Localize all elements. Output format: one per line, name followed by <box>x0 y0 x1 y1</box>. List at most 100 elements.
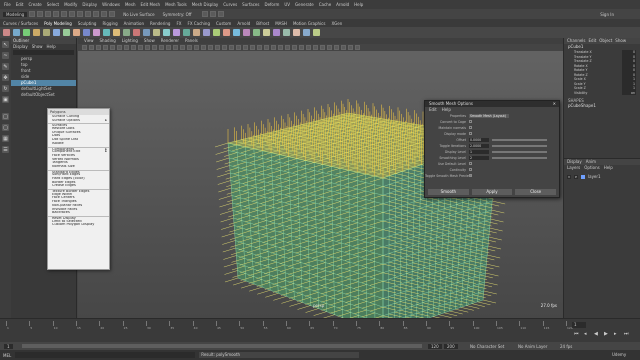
channel-row[interactable]: Visibility on <box>564 90 640 95</box>
tab-custom[interactable]: Custom <box>216 21 231 26</box>
menu-help[interactable]: Help <box>354 2 363 7</box>
dialog-menu-help[interactable]: Help <box>442 107 451 112</box>
outliner-menu-help[interactable]: Help <box>47 44 56 49</box>
dialog-checkbox[interactable] <box>469 162 472 165</box>
shelf-tool-icon[interactable] <box>253 29 260 36</box>
menu-item[interactable]: Backfaces <box>48 211 109 215</box>
menu-generate[interactable]: Generate <box>295 2 314 7</box>
shelf-tool-icon[interactable] <box>223 29 230 36</box>
shelf-tool-icon[interactable] <box>133 29 140 36</box>
range-end-field[interactable]: 120 <box>428 344 442 349</box>
dialog-dropdown[interactable]: Smooth Mesh (Layout) <box>469 113 509 118</box>
shelf-tool-icon[interactable] <box>283 29 290 36</box>
mode-dropdown[interactable]: Modeling <box>3 11 28 17</box>
dialog-slider[interactable] <box>492 144 547 147</box>
menu-item[interactable]: Isolate <box>48 142 109 146</box>
new-scene-icon[interactable] <box>29 11 36 17</box>
shelf-tool-icon[interactable] <box>93 29 100 36</box>
current-frame-field[interactable]: 1 <box>572 322 586 328</box>
tab-rendering[interactable]: Rendering <box>150 21 170 26</box>
select-component-icon[interactable] <box>85 11 92 17</box>
shelf-tool-icon[interactable] <box>143 29 150 36</box>
tab-sculpting[interactable]: Sculpting <box>78 21 97 26</box>
shelf-tool-icon[interactable] <box>173 29 180 36</box>
snap-curve-icon[interactable] <box>101 11 108 17</box>
anim-layer-dropdown[interactable]: No Anim Layer <box>518 344 547 349</box>
menu-item[interactable]: Surface Options ▸ <box>48 119 109 123</box>
channel-tab-object[interactable]: Object <box>599 38 612 44</box>
dialog-slider[interactable] <box>492 150 547 153</box>
menu-arnold[interactable]: Arnold <box>336 2 349 7</box>
shelf-tool-icon[interactable] <box>63 29 70 36</box>
channel-value[interactable]: on <box>622 90 636 95</box>
shelf-tool-icon[interactable] <box>243 29 250 36</box>
menu-create[interactable]: Create <box>28 2 41 7</box>
dialog-checkbox[interactable] <box>469 132 472 135</box>
step-forward-icon[interactable]: ▸ <box>614 331 617 337</box>
scale-tool-icon[interactable]: ▣ <box>2 96 9 103</box>
shelf-tool-icon[interactable] <box>83 29 90 36</box>
dialog-close-button[interactable]: Close <box>515 189 557 195</box>
menu-item[interactable]: Custom Polygon Display <box>48 223 109 227</box>
rotate-tool-icon[interactable]: ↻ <box>2 85 9 92</box>
tab-fx[interactable]: FX <box>176 21 181 26</box>
dialog-field[interactable]: 2.0000 <box>469 143 489 148</box>
shelf-tool-icon[interactable] <box>153 29 160 36</box>
outliner-menu-display[interactable]: Display <box>13 44 28 49</box>
select-object-icon[interactable] <box>77 11 84 17</box>
menu-cache[interactable]: Cache <box>319 2 331 7</box>
tab-xgen[interactable]: XGen <box>331 21 342 26</box>
dialog-checkbox[interactable] <box>469 120 472 123</box>
shelf-tool-icon[interactable] <box>113 29 120 36</box>
menu-mesh[interactable]: Mesh <box>125 2 136 7</box>
dialog-menu-edit[interactable]: Edit <box>429 107 437 112</box>
go-start-icon[interactable]: ⏮ <box>574 331 579 337</box>
layer-menu-layers[interactable]: Layers <box>567 165 580 170</box>
shelf-tool-icon[interactable] <box>3 29 10 36</box>
layer-color-swatch[interactable] <box>581 174 585 179</box>
tab-arnold[interactable]: Arnold <box>237 21 250 26</box>
tab-fx-caching[interactable]: FX Caching <box>188 21 210 26</box>
tab-rigging[interactable]: Rigging <box>102 21 117 26</box>
dialog-checkbox[interactable] <box>469 174 472 177</box>
dialog-slider[interactable] <box>492 156 547 159</box>
move-tool-icon[interactable]: ✥ <box>2 74 9 81</box>
tab-motion-graphics[interactable]: Motion Graphics <box>293 21 326 26</box>
shelf-tool-icon[interactable] <box>263 29 270 36</box>
menu-item[interactable]: Normals Size <box>48 165 109 169</box>
tab-bifrost[interactable]: Bifrost <box>256 21 269 26</box>
shelf-tool-icon[interactable] <box>103 29 110 36</box>
menu-deform[interactable]: Deform <box>264 2 279 7</box>
outliner-menu-show[interactable]: Show <box>32 44 43 49</box>
dialog-field[interactable]: 1 <box>469 149 489 154</box>
dialog-apply-button[interactable]: Apply <box>471 189 513 195</box>
shelf-tool-icon[interactable] <box>43 29 50 36</box>
dialog-slider[interactable] <box>492 138 547 141</box>
dialog-field[interactable]: 0.0000 <box>469 137 489 142</box>
fps-dropdown[interactable]: 24 fps <box>560 344 572 349</box>
channel-tab-edit[interactable]: Edit <box>589 38 597 44</box>
shelf-tool-icon[interactable] <box>273 29 280 36</box>
shelf-tool-icon[interactable] <box>13 29 20 36</box>
play-forward-icon[interactable]: ▶ <box>604 331 608 337</box>
layer-menu-options[interactable]: Options <box>584 165 599 170</box>
menu-windows[interactable]: Windows <box>102 2 120 7</box>
outliner-view-icon[interactable]: ☰ <box>2 146 9 153</box>
snap-point-icon[interactable] <box>109 11 116 17</box>
dialog-checkbox[interactable] <box>469 168 472 171</box>
close-icon[interactable]: ✕ <box>553 101 556 107</box>
playback-toggle[interactable]: P <box>574 174 578 179</box>
time-slider[interactable]: 1 5 10 15 20 25 30 35 40 45 50 55 60 65 70 75 80 85 90 95 10… <box>0 318 640 342</box>
channel-tab-show[interactable]: Show <box>615 38 626 44</box>
range-start-field[interactable]: 1 <box>4 344 13 349</box>
char-set-dropdown[interactable]: No Character Set <box>470 344 504 349</box>
outliner-item[interactable]: defaultObjectSet <box>11 92 76 98</box>
layer-row[interactable]: V P layer1 <box>564 174 640 179</box>
layer-name[interactable]: layer1 <box>588 174 601 179</box>
menu-select[interactable]: Select <box>47 2 59 7</box>
symmetry-label[interactable]: Symmetry: Off <box>163 12 192 17</box>
render-settings-icon[interactable] <box>217 11 224 17</box>
open-scene-icon[interactable] <box>37 11 44 17</box>
dialog-checkbox[interactable] <box>469 126 472 129</box>
dialog-field[interactable]: 2 <box>469 155 489 160</box>
